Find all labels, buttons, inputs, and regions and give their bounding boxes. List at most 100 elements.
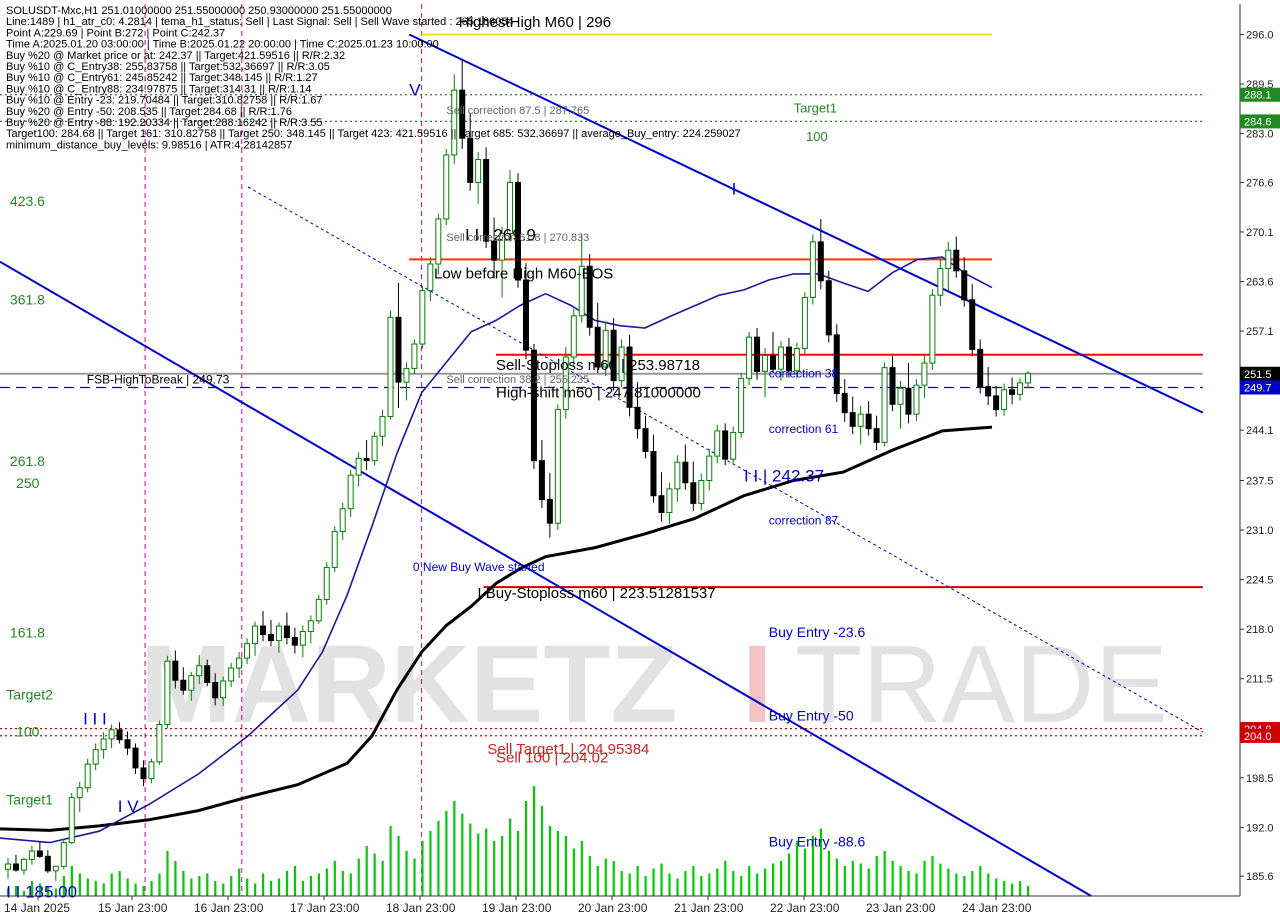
volume-bar (652, 868, 655, 896)
volume-bar (851, 861, 854, 896)
x-tick-label: 20 Jan 23:00 (578, 901, 648, 915)
header-line-6: Buy %10 @ C_Entry61: 245.85242 || Target… (6, 72, 318, 84)
price-box-label: 204.0 (1244, 731, 1272, 743)
candle-body (204, 665, 211, 684)
candle-body (403, 367, 410, 383)
candle-body (929, 294, 936, 364)
chart-label-1: Sell correction 87.5 | 287.765 (446, 105, 589, 117)
volume-bar (413, 858, 416, 896)
candle-body (1009, 389, 1016, 395)
price-axis[interactable]: 296.0289.5283.0276.6270.1263.6257.1250.6… (1239, 0, 1280, 920)
volume-bar (676, 878, 679, 896)
candle-body (674, 461, 681, 490)
volume-bar (740, 876, 743, 896)
chart-label-27: Target2 (6, 686, 53, 702)
volume-bar (923, 861, 926, 896)
candle-body (977, 348, 984, 388)
volume-bar (309, 876, 313, 896)
candle-body (682, 461, 689, 484)
volume-bar (325, 868, 328, 896)
price-box-label: 288.1 (1244, 90, 1272, 102)
chart-label-31: I V (118, 797, 139, 816)
price-box-label: 284.6 (1244, 116, 1272, 128)
watermark-mid: I (742, 623, 773, 746)
candle-body (291, 637, 298, 646)
volume-bar (349, 873, 352, 896)
chart-label-24: 261.8 (10, 453, 45, 469)
volume-bar (501, 836, 504, 896)
volume-bar (779, 861, 783, 896)
volume-bar (341, 871, 344, 896)
volume-bar (628, 873, 631, 896)
candle-body (307, 620, 314, 632)
y-tick-label: 211.5 (1246, 674, 1273, 686)
candle-body (467, 137, 474, 183)
candle-body (180, 679, 187, 691)
y-tick-label: 218.0 (1246, 624, 1274, 636)
volume-bar (931, 856, 934, 896)
candlestick-chart[interactable]: MARKETZ I TRADE HighestHigh M60 | 296Sel… (0, 0, 1280, 920)
volume-bar (979, 866, 982, 896)
volume-bar (102, 883, 105, 896)
candle-body (267, 633, 274, 642)
volume-bar (485, 828, 488, 896)
volume-bar (158, 873, 161, 896)
candle-body (355, 457, 362, 476)
candle-body (475, 159, 482, 183)
volume-bar (453, 801, 456, 896)
chart-label-32: V (409, 80, 421, 99)
volume-bar (540, 806, 544, 896)
volume-bar (421, 841, 424, 896)
candle-body (722, 430, 729, 460)
chart-label-13: I I | 242.37 (744, 466, 824, 485)
candle-body (347, 474, 354, 510)
candle-body (108, 729, 115, 740)
volume-bar (580, 841, 583, 896)
volume-bar (174, 861, 177, 896)
candle-body (435, 218, 442, 265)
candle-body (212, 682, 219, 699)
candle-body (20, 858, 27, 871)
volume-bar (532, 786, 536, 896)
candle-body (857, 413, 864, 427)
candle-body (698, 479, 705, 504)
y-tick-label: 198.5 (1246, 773, 1274, 785)
header-line-5: Buy %10 @ C_Entry38: 255.83758 || Target… (6, 61, 330, 73)
volume-bar (564, 836, 568, 896)
candle-body (44, 855, 51, 872)
volume-bar (971, 871, 974, 896)
candle-body (865, 413, 872, 430)
candle-body (419, 290, 426, 345)
volume-bar (126, 878, 129, 896)
volume-bar (803, 848, 807, 896)
volume-bar (301, 881, 305, 896)
chart-label-22: 423.6 (10, 193, 45, 209)
chart-label-16: I Buy-Stoploss m60 | 223.51281537 (477, 585, 715, 602)
candle-body (554, 409, 561, 524)
chart-label-25: 250 (16, 475, 40, 491)
chart-label-30: I I I (83, 709, 107, 728)
volume-bar (596, 866, 599, 896)
volume-bar (716, 868, 719, 896)
chart-label-34: I I 185.00 (6, 883, 77, 902)
candle-body (28, 850, 35, 860)
header-line-7: Buy %10 @ C_Entry88: 234.97875 || Target… (6, 83, 312, 95)
x-tick-label: 14 Jan 2025 (4, 901, 70, 915)
volume-bar (995, 878, 998, 896)
volume-bar (269, 881, 273, 896)
volume-bar (1003, 881, 1006, 896)
volume-bar (1027, 886, 1030, 896)
volume-bar (373, 853, 376, 896)
candle-body (275, 625, 282, 642)
price-box-label: 249.7 (1244, 382, 1272, 394)
candle-body (953, 249, 960, 272)
chart-label-20: Sell 100 | 204.02 (496, 750, 608, 767)
volume-bar (134, 883, 137, 896)
candle-body (315, 598, 322, 622)
candle-body (236, 657, 243, 669)
volume-bar (190, 878, 193, 896)
chart-label-14: correction 87 (769, 514, 839, 528)
header-line-10: Buy %20 @ Entry -88: 192.20334 || Target… (6, 117, 323, 129)
volume-bar (524, 801, 528, 896)
candle-body (538, 460, 545, 501)
